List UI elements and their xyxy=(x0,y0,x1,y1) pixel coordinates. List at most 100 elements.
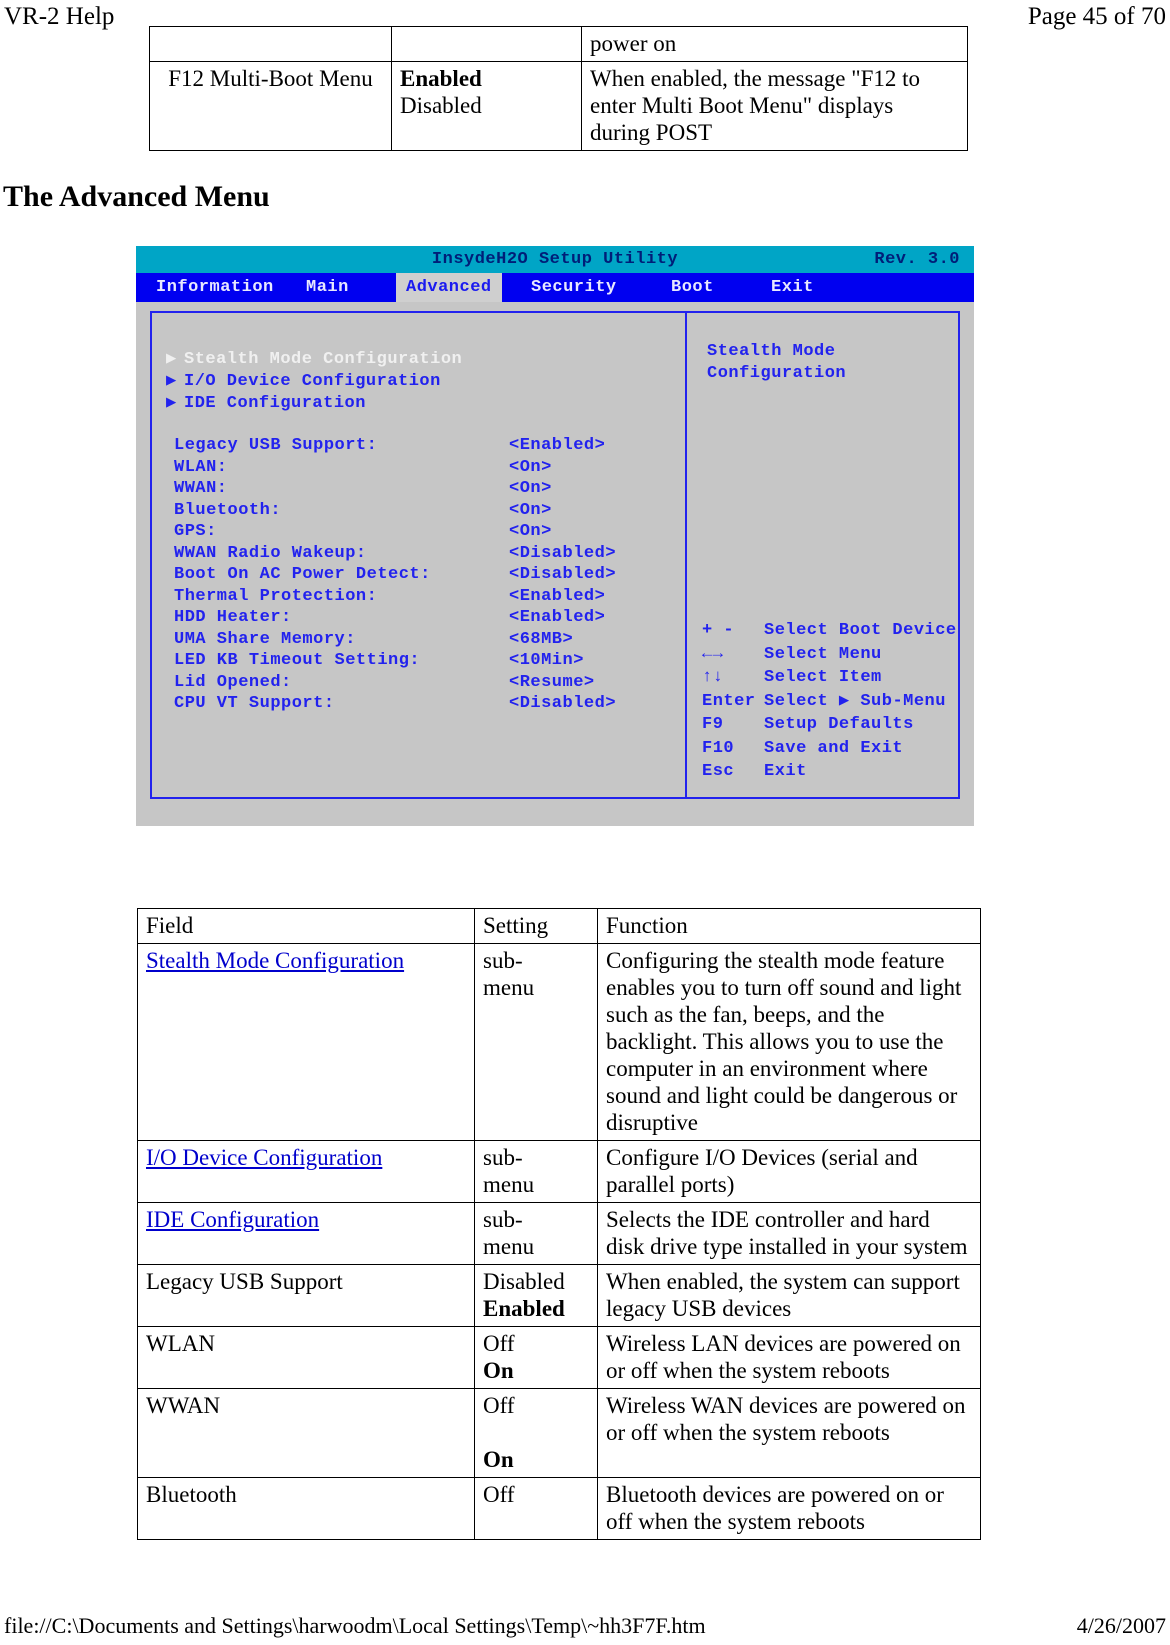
bios-key-description: Select Menu xyxy=(764,644,882,664)
bios-setting-value[interactable]: <Disabled> xyxy=(509,693,616,715)
table-row: power on xyxy=(149,26,968,62)
bios-setting-label: HDD Heater: xyxy=(174,608,292,627)
table-cell-function: Wireless LAN devices are powered on or o… xyxy=(597,1326,981,1389)
bios-submenu-item[interactable]: ▶ Stealth Mode Configuration xyxy=(166,349,666,371)
bios-tab-main[interactable]: Main xyxy=(296,273,359,302)
table-cell-setting: Off On xyxy=(474,1388,598,1478)
table-cell-field: IDE Configuration xyxy=(137,1202,475,1265)
bios-setting-row[interactable]: LED KB Timeout Setting: <10Min> xyxy=(174,650,674,672)
bios-tab-exit[interactable]: Exit xyxy=(761,273,824,302)
bios-key-description: Select Item xyxy=(764,668,882,687)
bios-key-hint: ↑↓ Select Item xyxy=(702,666,957,690)
bios-setting-label: Thermal Protection: xyxy=(174,586,378,606)
table-row: Bluetooth Off Bluetooth devices are powere… xyxy=(137,1477,981,1540)
bios-submenu-label: IDE Configuration xyxy=(184,394,366,413)
column-header-field: Field xyxy=(137,908,475,944)
table-cell-function: Bluetooth devices are powered on or off … xyxy=(597,1477,981,1540)
bios-setting-label: Lid Opened: xyxy=(174,672,292,692)
bios-setting-value[interactable]: <Resume> xyxy=(509,672,595,694)
bios-setting-label: Boot On AC Power Detect: xyxy=(174,565,431,584)
bios-setting-value[interactable]: <Enabled> xyxy=(509,435,605,457)
setting-option: menu xyxy=(483,975,535,1000)
bios-setting-value[interactable]: <Disabled> xyxy=(509,564,616,586)
bios-setting-row[interactable]: Bluetooth: <On> xyxy=(174,500,674,522)
bios-setting-value[interactable]: <10Min> xyxy=(509,650,584,672)
bios-tab-security[interactable]: Security xyxy=(521,273,627,302)
table-cell-function: power on xyxy=(581,26,968,62)
setting-option: Disabled xyxy=(400,93,482,118)
page-footer: file://C:\Documents and Settings\harwood… xyxy=(0,1611,1170,1641)
table-cell-setting: sub-menu xyxy=(474,1202,598,1265)
bios-key-hint: + - Select Boot Device xyxy=(702,619,957,643)
table-cell-setting: Off On xyxy=(474,1326,598,1389)
bios-key-hint: Enter Select ▶ Sub-Menu xyxy=(702,690,957,714)
bios-setting-row[interactable]: WWAN: <On> xyxy=(174,478,674,500)
bios-key-name: F10 xyxy=(702,738,735,758)
table-row: IDE Configuration sub-menu Selects the IDE… xyxy=(137,1202,981,1265)
setting-option: sub- xyxy=(483,1207,523,1232)
table-row: I/O Device Configuration sub-menu Configur… xyxy=(137,1140,981,1203)
bios-setting-value[interactable]: <68MB> xyxy=(509,629,573,651)
setting-option: Enabled xyxy=(483,1296,565,1321)
bios-setting-row[interactable]: CPU VT Support: <Disabled> xyxy=(174,693,674,715)
bios-setting-value[interactable]: <On> xyxy=(509,500,552,522)
bios-setting-row[interactable]: Boot On AC Power Detect: <Disabled> xyxy=(174,564,674,586)
bios-title: InsydeH2O Setup Utility xyxy=(431,250,679,269)
bios-tab-boot[interactable]: Boot xyxy=(661,273,724,302)
table-cell-function: Configure I/O Devices (serial and parall… xyxy=(597,1140,981,1203)
bios-setting-row[interactable]: Lid Opened: <Resume> xyxy=(174,672,674,694)
table-cell-setting: Off xyxy=(474,1477,598,1540)
table-cell-field: WWAN xyxy=(137,1388,475,1478)
bios-tab-advanced[interactable]: Advanced xyxy=(396,273,502,302)
bios-setting-row[interactable]: Legacy USB Support: <Enabled> xyxy=(174,435,674,457)
bios-menu-bar: Information Main Advanced Security Boot Exit xyxy=(136,273,974,302)
table-row: WLAN Off On Wireless LAN devices are powere… xyxy=(137,1326,981,1389)
table-cell-setting: sub-menu xyxy=(474,1140,598,1203)
field-link[interactable]: IDE Configuration xyxy=(146,1207,319,1232)
setting-option: Enabled xyxy=(400,66,482,91)
field-link[interactable]: I/O Device Configuration xyxy=(146,1145,382,1170)
bios-setting-value[interactable]: <Enabled> xyxy=(509,607,605,629)
bios-setting-value[interactable]: <On> xyxy=(509,457,552,479)
setting-option: menu xyxy=(483,1234,535,1259)
bios-setting-row[interactable]: WWAN Radio Wakeup: <Disabled> xyxy=(174,543,674,565)
setting-option: Off xyxy=(483,1393,515,1418)
bios-setting-label: WLAN: xyxy=(174,457,228,477)
bios-panel-divider xyxy=(685,313,687,797)
bios-key-name: ←→ xyxy=(702,644,724,664)
bios-setting-label: GPS: xyxy=(174,522,217,541)
field-link[interactable]: Stealth Mode Configuration xyxy=(146,948,404,973)
bios-setting-row[interactable]: WLAN: <On> xyxy=(174,457,674,479)
bios-setting-value[interactable]: <Enabled> xyxy=(509,586,605,608)
triangle-right-icon: ▶ xyxy=(166,350,177,369)
bios-setting-row[interactable]: GPS: <On> xyxy=(174,521,674,543)
bios-revision: Rev. 3.0 xyxy=(874,250,960,269)
bios-submenu-item[interactable]: ▶ I/O Device Configuration xyxy=(166,371,666,393)
source-file-path: file://C:\Documents and Settings\harwood… xyxy=(4,1613,706,1638)
page-header-title: VR-2 Help xyxy=(4,3,115,30)
triangle-right-icon: ▶ xyxy=(166,394,177,413)
bios-setting-label: WWAN: xyxy=(174,479,228,498)
table-cell-setting: Disabled Enabled xyxy=(474,1264,598,1327)
bios-setting-value[interactable]: <On> xyxy=(509,478,552,500)
bios-setting-row[interactable]: HDD Heater: <Enabled> xyxy=(174,607,674,629)
print-date: 4/26/2007 xyxy=(1076,1613,1166,1638)
setting-option: Off xyxy=(483,1482,515,1507)
bios-submenu-item[interactable]: ▶ IDE Configuration xyxy=(166,393,666,415)
bios-content-panel: ▶ Stealth Mode Configuration ▶ I/O Device C… xyxy=(150,311,960,799)
table-row: Legacy USB Support Disabled Enabled When en… xyxy=(137,1264,981,1327)
bios-setting-label: UMA Share Memory: xyxy=(174,629,356,649)
bios-settings-list: Legacy USB Support: <Enabled> WLAN: <On> WWA… xyxy=(174,435,674,715)
bios-help-title-line1: Stealth Mode xyxy=(707,342,836,361)
bios-setting-value[interactable]: <Disabled> xyxy=(509,543,616,565)
bios-setting-row[interactable]: Thermal Protection: <Enabled> xyxy=(174,586,674,608)
triangle-right-icon: ▶ xyxy=(166,372,177,391)
bios-tab-information[interactable]: Information xyxy=(146,273,284,302)
bios-setting-value[interactable]: <On> xyxy=(509,521,552,543)
bios-submenu-label: Stealth Mode Configuration xyxy=(184,350,463,369)
bios-setting-row[interactable]: UMA Share Memory: <68MB> xyxy=(174,629,674,651)
bios-key-name: Enter xyxy=(702,691,756,711)
bios-key-hint: F9 Setup Defaults xyxy=(702,713,957,737)
table-cell-setting xyxy=(391,26,582,62)
bios-key-hint: Esc Exit xyxy=(702,760,957,784)
